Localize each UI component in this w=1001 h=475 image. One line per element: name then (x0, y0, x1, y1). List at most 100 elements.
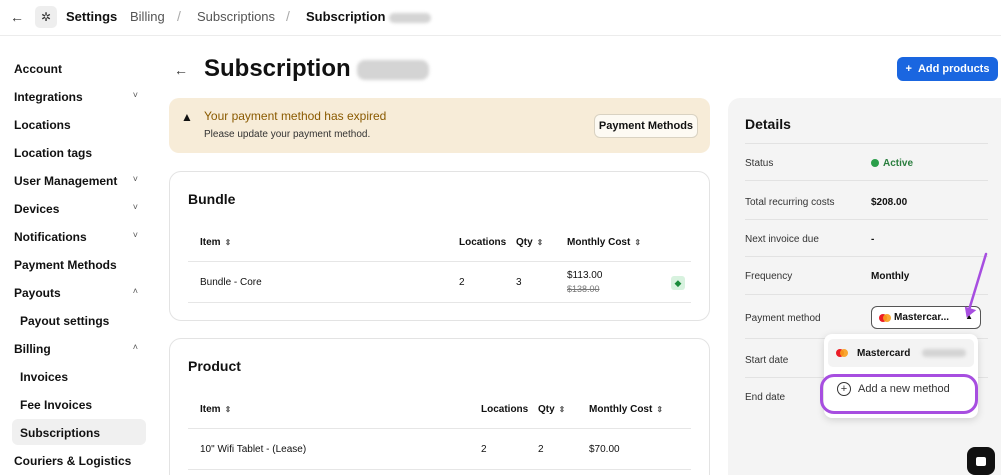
breadcrumb-billing[interactable]: Billing (130, 9, 165, 24)
mastercard-icon (879, 314, 891, 322)
check-circle-icon (871, 159, 879, 167)
gear-icon: ✲ (35, 6, 57, 28)
breadcrumb-settings[interactable]: Settings (66, 9, 117, 24)
column-header-qty[interactable]: Qty ⇕ (538, 404, 565, 415)
redacted-id (357, 59, 430, 80)
redacted-card-number (922, 349, 966, 357)
row-locations: 2 (481, 444, 487, 455)
chat-widget-button[interactable] (967, 447, 995, 475)
column-header-item[interactable]: Item ⇕ (200, 237, 231, 248)
divider (188, 469, 691, 470)
column-header-qty[interactable]: Qty ⇕ (516, 237, 543, 248)
sidebar-item-notifications[interactable]: Notifications ˅ (14, 230, 146, 244)
divider (745, 180, 988, 181)
sidebar-item-billing[interactable]: Billing ˄ (14, 342, 146, 356)
option-mastercard[interactable]: Mastercard (828, 339, 974, 367)
column-header-label: Qty (538, 404, 555, 415)
sidebar-item-integrations[interactable]: Integrations ˅ (14, 90, 146, 104)
divider (188, 261, 691, 262)
status-label: Status (745, 158, 774, 169)
sort-icon: ⇕ (224, 238, 232, 247)
divider (745, 256, 988, 257)
alert-message: Please update your payment method. (204, 129, 371, 140)
status-value: Active (883, 158, 914, 169)
sidebar-item-invoices[interactable]: Invoices (20, 370, 146, 384)
next-invoice-label: Next invoice due (745, 234, 819, 245)
redacted-id (389, 12, 432, 23)
mastercard-icon (836, 349, 848, 357)
breadcrumb-current: Subscription (306, 9, 432, 24)
breadcrumb-current-label: Subscription (306, 9, 386, 24)
payment-method-label: Payment method (745, 313, 821, 324)
next-invoice-value: - (871, 234, 875, 245)
frequency-value: Monthly (871, 271, 910, 282)
sidebar-item-user-management[interactable]: User Management ˅ (14, 174, 146, 188)
sidebar-item-payouts[interactable]: Payouts ˄ (14, 286, 146, 300)
annotation-arrow (964, 252, 988, 318)
plus-icon: + (905, 63, 912, 75)
sidebar-item-locations[interactable]: Locations (14, 118, 146, 132)
bundle-title: Bundle (188, 191, 236, 207)
sidebar-item-fee-invoices[interactable]: Fee Invoices (20, 398, 146, 412)
sidebar-item-label: Notifications (14, 230, 87, 244)
sidebar-item-payment-methods[interactable]: Payment Methods (14, 258, 146, 272)
end-date-label: End date (745, 392, 786, 403)
payment-method-value: Mastercar... (894, 312, 950, 323)
bundle-card: Bundle Item ⇕ Locations Qty ⇕ Monthly Cost… (169, 171, 710, 321)
product-title: Product (188, 358, 241, 374)
sidebar-item-label: Account (14, 62, 62, 76)
divider (745, 294, 988, 295)
column-header-monthly-cost[interactable]: Monthly Cost ⇕ (589, 404, 663, 415)
sidebar-item-couriers-logistics[interactable]: Couriers & Logistics (14, 454, 146, 468)
total-recurring-label: Total recurring costs (745, 197, 835, 208)
annotation-highlight-ring (820, 374, 978, 414)
column-header-label: Qty (516, 237, 533, 248)
chevron-down-icon: ˅ (132, 174, 138, 184)
divider (745, 143, 988, 144)
sidebar-item-payout-settings[interactable]: Payout settings (20, 314, 146, 328)
row-item: Bundle - Core (200, 277, 262, 288)
add-products-button[interactable]: + Add products (897, 57, 998, 81)
column-header-locations: Locations (459, 237, 507, 248)
alert-title: Your payment method has expired (204, 109, 387, 123)
sidebar-item-label: User Management (14, 174, 118, 188)
sidebar-item-devices[interactable]: Devices ˅ (14, 202, 146, 216)
status-badge: Active (871, 158, 913, 169)
sidebar-item-label: Payout settings (20, 314, 110, 328)
sidebar-item-label: Couriers & Logistics (14, 454, 132, 468)
back-arrow-icon[interactable]: ← (8, 8, 26, 26)
sort-icon: ⇕ (536, 238, 544, 247)
total-recurring-value: $208.00 (871, 197, 908, 208)
back-arrow-icon[interactable]: ← (174, 62, 188, 78)
chevron-down-icon: ˅ (132, 230, 138, 240)
payment-methods-button[interactable]: Payment Methods (594, 114, 698, 138)
breadcrumb-subscriptions[interactable]: Subscriptions (197, 9, 275, 24)
sidebar-item-account[interactable]: Account (14, 62, 146, 76)
sidebar-item-label: Fee Invoices (20, 398, 93, 412)
start-date-label: Start date (745, 355, 789, 366)
column-header-monthly-cost[interactable]: Monthly Cost ⇕ (567, 237, 641, 248)
sidebar-item-label: Locations (14, 118, 71, 132)
divider (188, 428, 691, 429)
column-header-item[interactable]: Item ⇕ (200, 404, 231, 415)
row-qty: 3 (516, 277, 522, 288)
column-header-label: Item (200, 237, 221, 248)
sort-icon: ⇕ (634, 238, 642, 247)
sidebar-item-label: Payment Methods (14, 258, 117, 272)
sidebar-item-label: Devices (14, 202, 60, 216)
column-header-locations: Locations (481, 404, 529, 415)
discount-tag-icon: ◆ (671, 276, 685, 290)
sidebar-item-label: Subscriptions (20, 426, 101, 440)
sort-icon: ⇕ (558, 405, 566, 414)
payment-expired-alert: ▲ Your payment method has expired Please… (169, 98, 710, 153)
column-header-label: Monthly Cost (589, 404, 653, 415)
sidebar-item-location-tags[interactable]: Location tags (14, 146, 146, 160)
breadcrumb-separator: / (286, 8, 290, 24)
sidebar-item-label: Integrations (14, 90, 83, 104)
chat-icon (976, 456, 986, 466)
divider (188, 302, 691, 303)
sidebar-item-subscriptions[interactable]: Subscriptions (20, 426, 146, 440)
divider (745, 219, 988, 220)
sidebar-item-label: Invoices (20, 370, 69, 384)
column-header-label: Item (200, 404, 221, 415)
